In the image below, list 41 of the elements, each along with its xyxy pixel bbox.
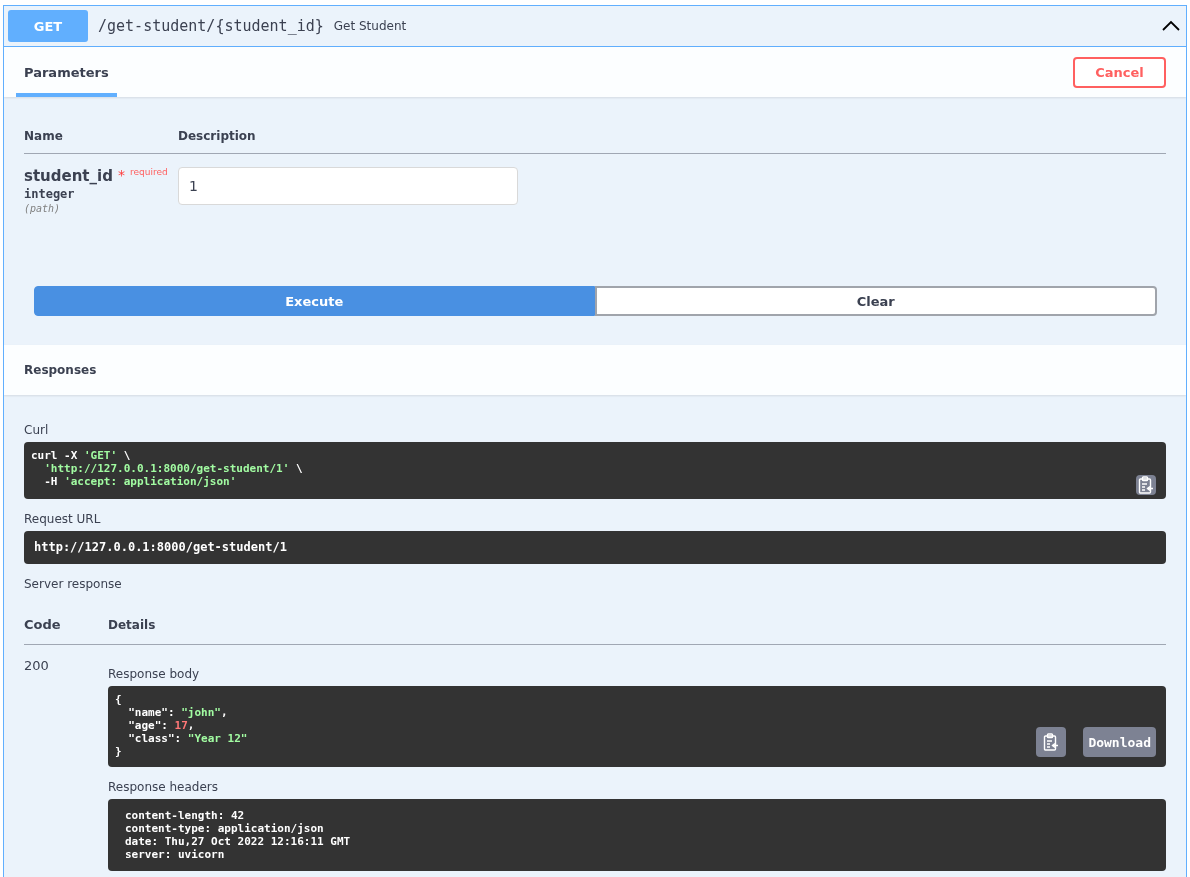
parameter-type: integer xyxy=(24,187,76,201)
copy-button[interactable] xyxy=(1136,475,1156,495)
download-button[interactable]: Download xyxy=(1083,727,1156,757)
input-field[interactable]: 1 xyxy=(178,167,518,205)
column-header: Details xyxy=(108,618,157,632)
code-line: date: Thu,27 Oct 2022 12:16:11 GMT xyxy=(125,835,351,848)
clipboard-icon xyxy=(1138,476,1154,494)
required-mark: * xyxy=(117,167,125,183)
copy-button[interactable] xyxy=(1036,727,1066,757)
code-line: "age": 17, xyxy=(127,719,195,732)
field-label: Request URL xyxy=(24,512,102,526)
code-line: "name": "john", xyxy=(127,706,228,719)
endpoint-path: /get-student/{student_id} xyxy=(98,17,324,35)
code-line: { xyxy=(115,693,122,706)
field-label: Response body xyxy=(108,667,201,681)
chevron-up-icon[interactable] xyxy=(1162,20,1180,32)
code-line: -H 'accept: application/json' xyxy=(43,475,237,488)
tab[interactable]: Parameters xyxy=(16,47,117,97)
field-label: Curl xyxy=(24,423,50,437)
parameter-location: (path) xyxy=(24,203,62,214)
code-line: "class": "Year 12" xyxy=(127,732,248,745)
clipboard-icon xyxy=(1043,733,1059,751)
column-header: Description xyxy=(178,129,257,143)
code-line: 'http://127.0.0.1:8000/get-student/1' \ xyxy=(43,462,303,475)
request-url: http://127.0.0.1:8000/get-student/1 xyxy=(34,541,287,554)
code-line: curl -X 'GET' \ xyxy=(31,449,131,462)
parameter-name: student_id xyxy=(24,167,113,185)
code-line: } xyxy=(115,745,122,758)
clear-button[interactable]: Clear xyxy=(594,286,1157,316)
code-line: server: uvicorn xyxy=(125,848,225,861)
field-label: Response headers xyxy=(108,780,219,794)
code-line: content-type: application/json xyxy=(125,822,324,835)
response-code: 200 xyxy=(24,658,50,673)
method-badge: GET xyxy=(8,10,88,42)
required-label: required xyxy=(129,167,168,177)
code-line: content-length: 42 xyxy=(125,809,245,822)
section-title: Responses xyxy=(24,363,97,377)
endpoint-summary: Get Student xyxy=(333,19,407,33)
field-label: Server response xyxy=(24,577,123,591)
column-header: Code xyxy=(24,617,62,632)
column-header: Name xyxy=(24,129,64,143)
